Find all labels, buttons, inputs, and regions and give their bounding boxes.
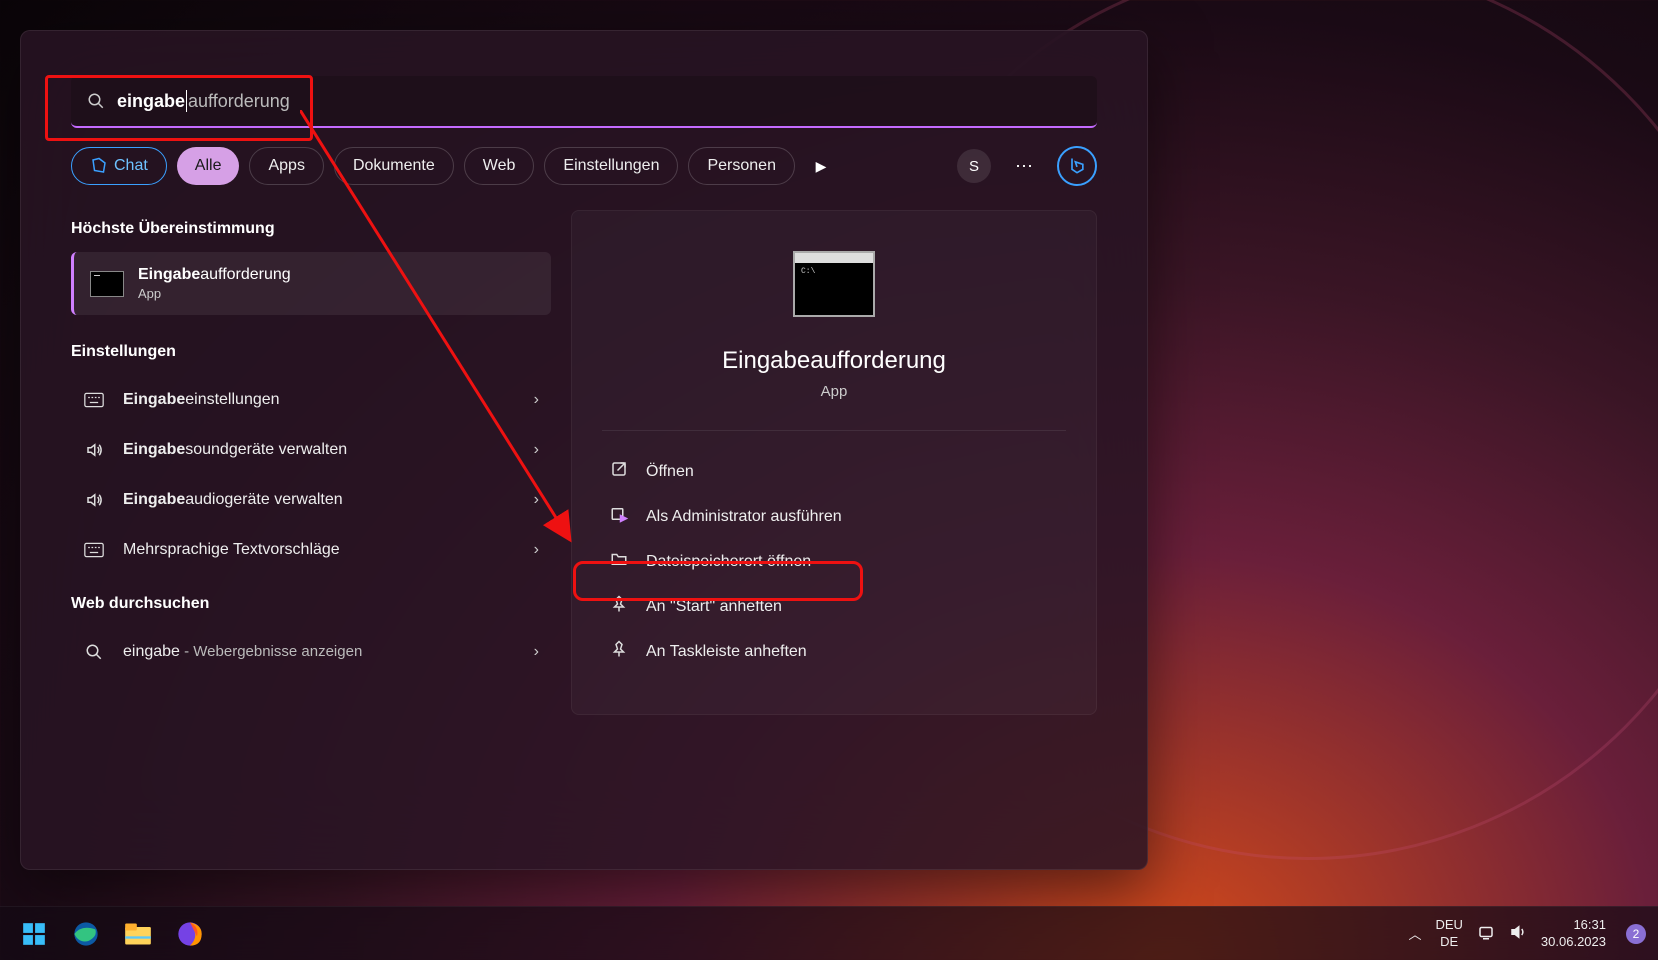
filter-chat[interactable]: Chat	[71, 147, 167, 185]
filter-documents[interactable]: Dokumente	[334, 147, 454, 185]
pin-icon	[610, 640, 628, 663]
filter-all[interactable]: Alle	[177, 147, 240, 185]
preview-action-folder[interactable]: Dateispeicherort öffnen	[602, 539, 1066, 584]
taskbar: ︿ DEUDE 16:3130.06.2023 2	[0, 906, 1658, 960]
user-avatar[interactable]: S	[957, 149, 991, 183]
preview-action-pin[interactable]: An "Start" anheften	[602, 584, 1066, 629]
preview-pane: Eingabeaufforderung App ÖffnenAls Admini…	[571, 210, 1097, 715]
preview-title: Eingabeaufforderung	[602, 347, 1066, 375]
edge-browser-icon[interactable]	[64, 912, 108, 956]
clock[interactable]: 16:3130.06.2023	[1541, 917, 1612, 951]
sound-icon	[83, 441, 105, 459]
admin-icon	[610, 505, 628, 528]
search-text: eingabeaufforderung	[117, 90, 290, 112]
language-indicator[interactable]: DEUDE	[1435, 917, 1462, 951]
firefox-icon[interactable]	[168, 912, 212, 956]
network-icon[interactable]	[1477, 923, 1495, 944]
settings-header: Einstellungen	[71, 333, 551, 375]
settings-result-item[interactable]: Mehrsprachige Textvorschläge›	[71, 525, 551, 575]
filter-web[interactable]: Web	[464, 147, 535, 185]
notification-badge[interactable]: 2	[1626, 924, 1646, 944]
volume-icon[interactable]	[1509, 923, 1527, 944]
preview-action-open[interactable]: Öffnen	[602, 449, 1066, 494]
search-icon	[87, 92, 105, 110]
chevron-right-icon: ›	[534, 541, 539, 559]
results-left-column: Höchste Übereinstimmung Eingabeaufforder…	[71, 210, 551, 715]
chevron-right-icon: ›	[534, 643, 539, 661]
preview-action-admin[interactable]: Als Administrator ausführen	[602, 494, 1066, 539]
settings-result-item[interactable]: Eingabeaudiogeräte verwalten›	[71, 475, 551, 525]
web-search-header: Web durchsuchen	[71, 585, 551, 627]
more-options-icon[interactable]: ⋯	[1015, 156, 1033, 177]
bing-chat-icon[interactable]	[1057, 146, 1097, 186]
best-match-header: Höchste Übereinstimmung	[71, 210, 551, 252]
keyboard-icon	[83, 392, 105, 408]
web-search-item[interactable]: eingabe - Webergebnisse anzeigen ›	[71, 627, 551, 677]
chevron-right-icon: ›	[534, 391, 539, 409]
settings-result-item[interactable]: Eingabesoundgeräte verwalten›	[71, 425, 551, 475]
filter-apps[interactable]: Apps	[249, 147, 323, 185]
preview-action-pin[interactable]: An Taskleiste anheften	[602, 629, 1066, 674]
preview-subtitle: App	[602, 383, 1066, 400]
filter-settings[interactable]: Einstellungen	[544, 147, 678, 185]
start-search-panel: eingabeaufforderung Chat Alle Apps Dokum…	[20, 30, 1148, 870]
tray-chevron-up-icon[interactable]: ︿	[1408, 924, 1421, 943]
search-icon	[83, 643, 105, 661]
keyboard-icon	[83, 542, 105, 558]
best-match-item[interactable]: Eingabeaufforderung App	[71, 252, 551, 315]
chevron-right-icon: ›	[534, 491, 539, 509]
start-button[interactable]	[12, 912, 56, 956]
sound-icon	[83, 491, 105, 509]
file-explorer-icon[interactable]	[116, 912, 160, 956]
filter-more-icon[interactable]: ▶	[805, 158, 837, 175]
folder-icon	[610, 550, 628, 573]
search-input[interactable]: eingabeaufforderung	[71, 76, 1097, 128]
open-icon	[610, 460, 628, 483]
filter-people[interactable]: Personen	[688, 147, 795, 185]
pin-icon	[610, 595, 628, 618]
chevron-right-icon: ›	[534, 441, 539, 459]
settings-result-item[interactable]: Eingabeeinstellungen›	[71, 375, 551, 425]
preview-app-icon	[793, 251, 875, 317]
filter-row: Chat Alle Apps Dokumente Web Einstellung…	[21, 128, 1147, 186]
cmd-prompt-icon	[90, 271, 124, 297]
